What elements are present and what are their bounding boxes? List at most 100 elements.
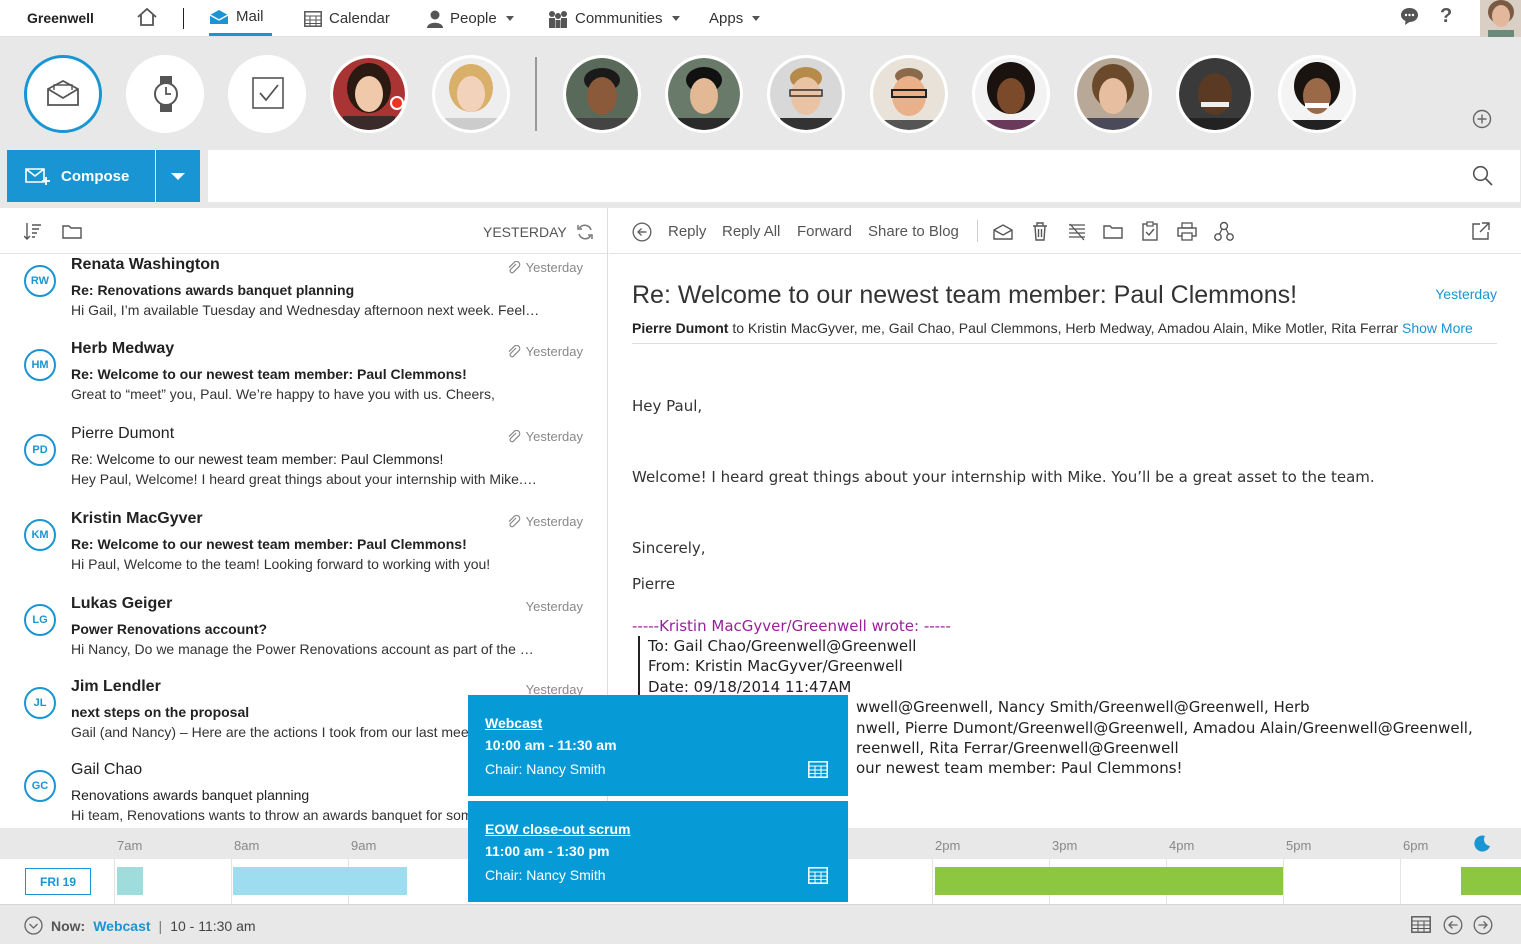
help-icon[interactable]: ? <box>1440 5 1452 28</box>
mail-icon <box>209 9 229 24</box>
sender-initials-avatar: LG <box>24 604 56 636</box>
message-subject-line: Re: Renovations awards banquet planning <box>71 282 355 298</box>
calendar-grid-icon[interactable] <box>808 761 828 778</box>
now-indicator: Now: Webcast | 10 - 11:30 am <box>24 916 256 935</box>
plus-circle-icon[interactable] <box>1472 109 1492 129</box>
message-date: Yesterday <box>525 260 583 275</box>
message-row[interactable]: HM Herb Medway Re: Welcome to our newest t… <box>0 338 607 422</box>
timeline-event-block[interactable] <box>233 867 407 895</box>
folder-icon[interactable] <box>62 224 82 239</box>
previous-arrow-icon[interactable] <box>1443 915 1463 935</box>
message-subject-line: next steps on the proposal <box>71 704 250 720</box>
message-row[interactable]: PD Pierre Dumont Re: Welcome to our newest… <box>0 423 607 507</box>
compose-options-button[interactable] <box>156 150 200 202</box>
compose-button[interactable]: Compose <box>7 150 155 202</box>
user-avatar[interactable] <box>1480 0 1521 37</box>
hour-gridline <box>114 859 115 904</box>
hour-label: 9am <box>351 838 377 853</box>
trash-icon[interactable] <box>1032 222 1048 241</box>
share-to-blog-button[interactable]: Share to Blog <box>868 223 959 240</box>
search-input[interactable] <box>208 150 1520 202</box>
message-sender: Kristin MacGyver <box>71 510 203 527</box>
home-icon[interactable] <box>136 7 158 27</box>
event-title-link[interactable]: EOW close-out scrum <box>485 821 630 837</box>
back-arrow-icon[interactable] <box>632 222 652 242</box>
favorite-person-avatar[interactable] <box>1074 55 1152 133</box>
nav-calendar[interactable]: Calendar <box>304 0 390 37</box>
filter-icon[interactable] <box>1068 223 1086 241</box>
event-time: 11:00 am - 1:30 pm <box>485 843 610 859</box>
event-popup[interactable]: Webcast 10:00 am - 11:30 am Chair: Nancy… <box>468 695 848 796</box>
clipboard-icon[interactable] <box>1142 221 1158 241</box>
nav-mail[interactable]: Mail <box>209 0 272 36</box>
hour-label: 5pm <box>1286 838 1312 853</box>
now-label: Now: <box>51 917 86 934</box>
favorite-person-avatar[interactable] <box>665 55 743 133</box>
collapse-circle-icon[interactable] <box>24 916 43 935</box>
favorite-person-avatar[interactable] <box>767 55 845 133</box>
hour-gridline <box>1283 859 1284 904</box>
message-row[interactable]: RW Renata Washington Re: Renovations award… <box>0 254 607 338</box>
message-sender: Herb Medway <box>71 340 175 357</box>
favorite-mail[interactable] <box>24 55 102 133</box>
message-subject-line: Re: Welcome to our newest team member: P… <box>71 366 467 382</box>
show-more-link[interactable]: Show More <box>1402 320 1473 336</box>
favorite-person-avatar[interactable] <box>432 55 510 133</box>
favorite-person-avatar[interactable] <box>870 55 948 133</box>
nav-communities[interactable]: Communities <box>548 0 680 37</box>
search-icon[interactable] <box>1472 165 1494 187</box>
paperclip-icon <box>507 514 521 529</box>
event-title-link[interactable]: Webcast <box>485 715 542 731</box>
message-row[interactable]: LG Lukas Geiger Power Renovations account?… <box>0 593 607 677</box>
hour-label: 3pm <box>1052 838 1078 853</box>
reply-all-button[interactable]: Reply All <box>722 223 780 240</box>
body-signature: Pierre <box>632 575 676 593</box>
mark-read-icon[interactable] <box>993 224 1013 240</box>
now-event-link[interactable]: Webcast <box>93 918 150 934</box>
favorite-person-avatar[interactable] <box>330 55 408 133</box>
calendar-icon <box>304 10 322 27</box>
refresh-icon[interactable] <box>576 223 594 241</box>
sender-initials-avatar: HM <box>24 349 56 381</box>
next-arrow-icon[interactable] <box>1473 915 1493 935</box>
message-preview: Hi Gail, I’m available Tuesday and Wedne… <box>71 302 540 318</box>
compose-label: Compose <box>61 167 130 185</box>
message-date: Yesterday <box>525 429 583 444</box>
message-preview: Hi Paul, Welcome to the team! Looking fo… <box>71 556 491 572</box>
nav-people[interactable]: People <box>427 0 514 37</box>
pop-out-icon[interactable] <box>1472 222 1490 240</box>
favorite-person-avatar[interactable] <box>1176 55 1254 133</box>
favorite-person-avatar[interactable] <box>563 55 641 133</box>
favorite-person-avatar[interactable] <box>1278 55 1356 133</box>
event-chair: Chair: Nancy Smith <box>485 867 606 883</box>
favorite-watch[interactable] <box>126 55 204 133</box>
print-icon[interactable] <box>1177 222 1197 241</box>
calendar-grid-icon[interactable] <box>1411 916 1431 933</box>
sort-icon[interactable] <box>24 222 42 240</box>
timeline-event-block[interactable] <box>1461 867 1521 895</box>
message-date-wrap: Yesterday <box>507 260 583 275</box>
nav-apps[interactable]: Apps <box>709 0 761 37</box>
share-network-icon[interactable] <box>1214 221 1234 242</box>
day-label[interactable]: FRI 19 <box>25 868 91 895</box>
sender-initials-avatar: JL <box>24 687 56 719</box>
message-date-wrap: Yesterday <box>507 344 583 359</box>
timeline-event-block[interactable] <box>117 867 143 895</box>
forward-button[interactable]: Forward <box>797 223 852 240</box>
sender-initials-avatar: PD <box>24 434 56 466</box>
chevron-down-icon <box>671 16 680 21</box>
favorite-person-avatar[interactable] <box>972 55 1050 133</box>
body-text: Welcome! I heard great things about your… <box>632 468 1375 486</box>
chevron-down-icon <box>171 172 185 180</box>
move-to-folder-icon[interactable] <box>1103 224 1123 239</box>
quote-line: To: Gail Chao/Greenwell@Greenwell <box>648 637 917 655</box>
message-row[interactable]: KM Kristin MacGyver Re: Welcome to our new… <box>0 508 607 592</box>
calendar-grid-icon[interactable] <box>808 867 828 884</box>
chat-icon[interactable] <box>1400 7 1419 26</box>
favorite-tasks[interactable] <box>228 55 306 133</box>
message-date-wrap: Yesterday <box>526 599 583 614</box>
message-sender: Lukas Geiger <box>71 595 173 612</box>
event-popup[interactable]: EOW close-out scrum 11:00 am - 1:30 pm C… <box>468 801 848 902</box>
reply-button[interactable]: Reply <box>668 223 706 240</box>
timeline-event-block[interactable] <box>935 867 1283 895</box>
